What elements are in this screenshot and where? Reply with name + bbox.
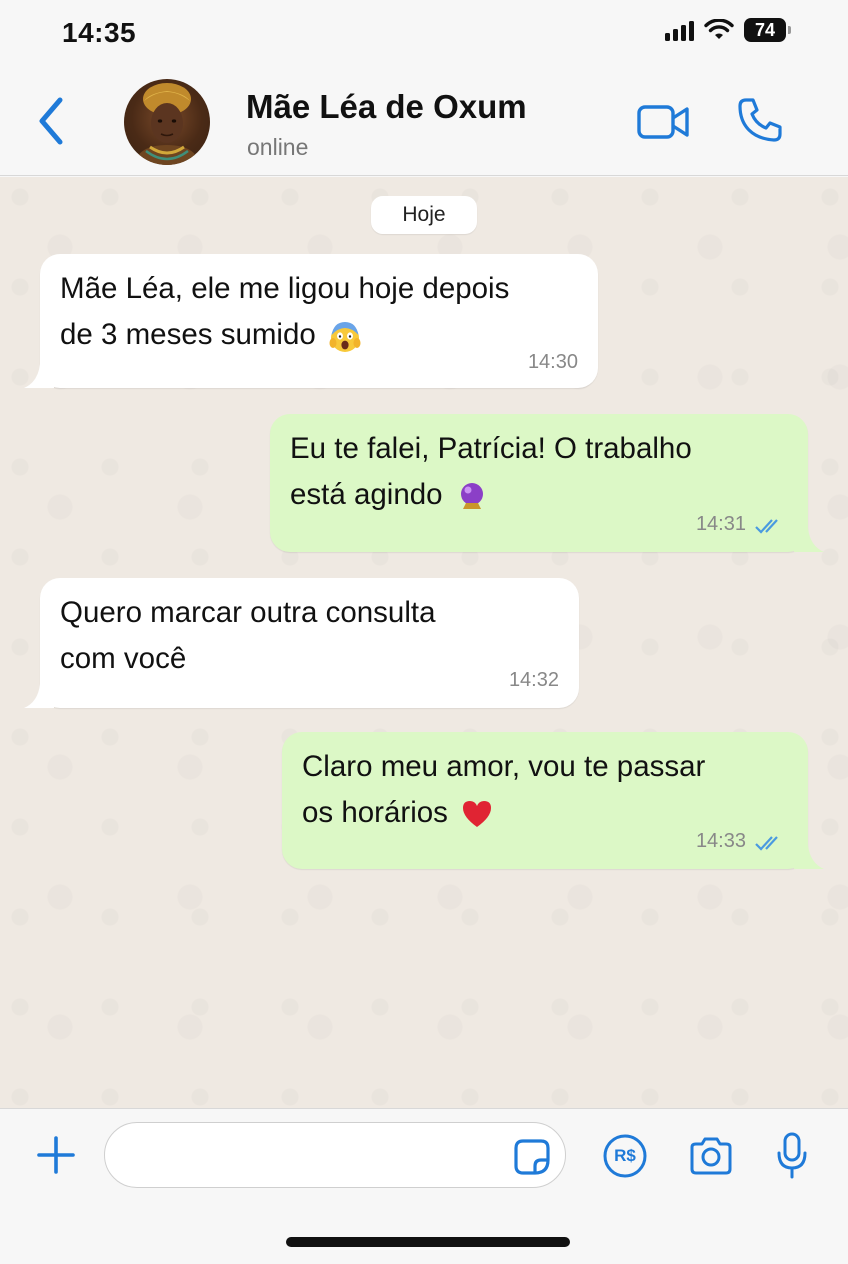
mic-icon	[777, 1132, 807, 1179]
message-text: Mãe Léa, ele me ligou hoje depois de 3 m…	[60, 266, 509, 358]
avatar-portrait	[134, 83, 200, 165]
payment-button[interactable]: R$	[602, 1133, 648, 1179]
sticker-icon	[514, 1139, 550, 1175]
attach-button[interactable]	[36, 1135, 76, 1175]
message-bubble-outgoing[interactable]: Claro meu amor, vou te passar os horário…	[282, 732, 824, 869]
bubble-tail	[794, 845, 824, 869]
face-screaming-in-fear-icon	[329, 322, 361, 353]
plus-icon	[37, 1136, 75, 1174]
video-icon	[637, 105, 689, 139]
chat-area[interactable]: Hoje Mãe Léa, ele me ligou hoje depois d…	[0, 177, 848, 1108]
contact-status: online	[247, 134, 309, 160]
date-chip: Hoje	[371, 196, 477, 234]
message-time: 14:30	[527, 351, 578, 373]
message-text: Claro meu amor, vou te passar os horário…	[302, 744, 705, 836]
microphone-button[interactable]	[776, 1131, 808, 1181]
message-bubble-outgoing[interactable]: Eu te falei, Patrícia! O trabalho está a…	[270, 414, 824, 552]
status-icons: 74	[665, 18, 791, 42]
bubble-tail	[794, 528, 824, 552]
bubble-tail	[24, 364, 54, 388]
status-time: 14:35	[62, 17, 137, 48]
video-call-button[interactable]	[636, 102, 692, 142]
home-indicator[interactable]	[286, 1237, 570, 1247]
message-text: Quero marcar outra consulta com você	[60, 596, 436, 675]
avatar[interactable]	[124, 79, 210, 165]
camera-icon	[690, 1137, 732, 1175]
sticker-button[interactable]	[513, 1138, 551, 1176]
wifi-icon	[704, 19, 734, 39]
message-bubble-incoming[interactable]: Quero marcar outra consulta com você 14:…	[24, 578, 579, 708]
back-icon	[39, 97, 63, 145]
voice-call-button[interactable]	[736, 96, 784, 144]
message-time: 14:33	[695, 830, 746, 852]
contact-name[interactable]: Mãe Léa de Oxum	[246, 88, 527, 126]
message-text: Eu te falei, Patrícia! O trabalho está a…	[290, 426, 692, 518]
phone-icon	[738, 98, 782, 142]
message-input[interactable]	[104, 1122, 566, 1188]
red-heart-icon	[463, 801, 492, 828]
back-button[interactable]	[32, 96, 72, 146]
status-bar: 14:35 74	[0, 0, 848, 70]
camera-button[interactable]	[688, 1136, 734, 1176]
crystal-ball-icon	[460, 483, 483, 510]
battery-indicator: 74	[744, 18, 791, 42]
message-time: 14:31	[695, 513, 746, 535]
read-receipt-icon	[755, 519, 778, 534]
message-time: 14:32	[508, 669, 559, 691]
bubble-tail	[24, 684, 54, 708]
signal-icon	[665, 19, 694, 41]
read-receipt-icon	[755, 836, 778, 851]
pix-label: R$	[614, 1146, 636, 1165]
input-bar: R$	[0, 1108, 848, 1264]
chat-header: Mãe Léa de Oxum online	[0, 70, 848, 176]
message-bubble-incoming[interactable]: Mãe Léa, ele me ligou hoje depois de 3 m…	[24, 254, 598, 388]
